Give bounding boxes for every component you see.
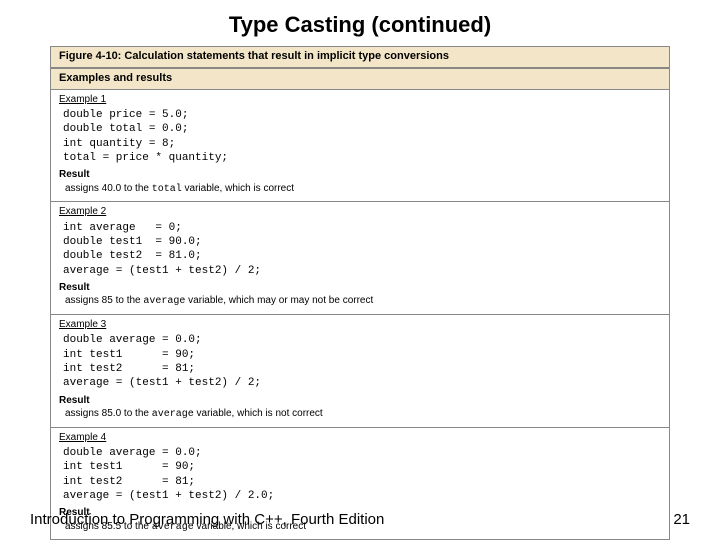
slide-title: Type Casting (continued)	[30, 12, 690, 38]
page-number: 21	[673, 511, 690, 528]
result-label: Result	[59, 395, 661, 408]
result-text: assigns 85 to the average variable, whic…	[65, 295, 661, 309]
example-label: Example 4	[59, 432, 661, 445]
result-var: average	[152, 409, 194, 420]
result-var: total	[152, 184, 182, 195]
result-label: Result	[59, 282, 661, 295]
result-prefix: assigns 85 to the	[65, 295, 143, 306]
result-text: assigns 85.0 to the average variable, wh…	[65, 408, 661, 422]
example-code: double price = 5.0; double total = 0.0; …	[63, 108, 661, 165]
example-label: Example 3	[59, 319, 661, 332]
example-code: int average = 0; double test1 = 90.0; do…	[63, 221, 661, 278]
result-label: Result	[59, 169, 661, 182]
result-suffix: variable, which is correct	[182, 183, 294, 194]
result-var: average	[143, 296, 185, 307]
example-code: double average = 0.0; int test1 = 90; in…	[63, 446, 661, 503]
figure-box: Figure 4-10: Calculation statements that…	[50, 46, 670, 540]
example-block: Example 1 double price = 5.0; double tot…	[51, 90, 669, 203]
result-prefix: assigns 85.0 to the	[65, 408, 152, 419]
figure-caption: Figure 4-10: Calculation statements that…	[51, 47, 669, 68]
example-block: Example 2 int average = 0; double test1 …	[51, 202, 669, 315]
example-label: Example 1	[59, 94, 661, 107]
slide-footer: Introduction to Programming with C++, Fo…	[30, 511, 690, 528]
result-prefix: assigns 40.0 to the	[65, 183, 152, 194]
footer-text: Introduction to Programming with C++, Fo…	[30, 511, 384, 528]
result-text: assigns 40.0 to the total variable, whic…	[65, 183, 661, 197]
result-suffix: variable, which may or may not be correc…	[185, 295, 373, 306]
result-suffix: variable, which is not correct	[194, 408, 323, 419]
example-block: Example 3 double average = 0.0; int test…	[51, 315, 669, 428]
section-header: Examples and results	[51, 68, 669, 90]
example-code: double average = 0.0; int test1 = 90; in…	[63, 333, 661, 390]
example-label: Example 2	[59, 206, 661, 219]
